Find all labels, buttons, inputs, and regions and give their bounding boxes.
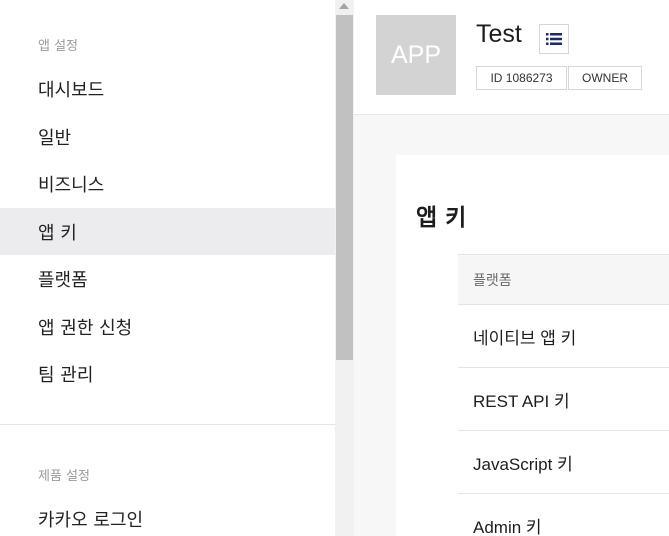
scroll-thumb[interactable] (336, 15, 353, 360)
table-row-javascript-key: JavaScript 키 (458, 431, 669, 494)
app-id-badge: ID 1086273 (476, 66, 567, 90)
sidebar-item-platform[interactable]: 플랫폼 (0, 255, 335, 302)
main-content: APP Test ID 1086273 OWNER 앱 키 플랫폼 네이티브 앱… (354, 0, 669, 536)
sidebar-item-team-management[interactable]: 팀 관리 (0, 350, 335, 397)
table-row-admin-key: Admin 키 (458, 494, 669, 536)
app-icon-text: APP (390, 40, 442, 69)
app-header: APP Test ID 1086273 OWNER (354, 0, 669, 115)
app-list-button[interactable] (539, 24, 569, 54)
app-name: Test (476, 20, 522, 48)
sidebar-item-app-keys[interactable]: 앱 키 (0, 208, 335, 255)
product-settings-section-title: 제품 설정 (38, 469, 90, 484)
table-row-native-app-key: 네이티브 앱 키 (458, 305, 669, 368)
page-title: 앱 키 (416, 205, 467, 231)
table-header: 플랫폼 (458, 254, 669, 305)
sidebar-item-app-permission-request[interactable]: 앱 권한 신청 (0, 303, 335, 350)
scroll-up-arrow-icon[interactable] (339, 3, 349, 9)
sidebar-item-business[interactable]: 비즈니스 (0, 160, 335, 207)
app-settings-section-title: 앱 설정 (38, 39, 79, 54)
sidebar-item-dashboard[interactable]: 대시보드 (0, 65, 335, 112)
sidebar-item-kakao-login[interactable]: 카카오 로그인 (0, 495, 335, 536)
sidebar-scrollbar[interactable] (335, 0, 354, 536)
app-icon: APP (376, 15, 456, 95)
sidebar-divider (0, 424, 335, 425)
role-badge: OWNER (568, 66, 642, 90)
sidebar-item-general[interactable]: 일반 (0, 113, 335, 160)
list-icon (546, 33, 562, 45)
table-row-rest-api-key: REST API 키 (458, 368, 669, 431)
sidebar: 앱 설정 대시보드 일반 비즈니스 앱 키 플랫폼 앱 권한 신청 팀 관리 제… (0, 0, 335, 536)
